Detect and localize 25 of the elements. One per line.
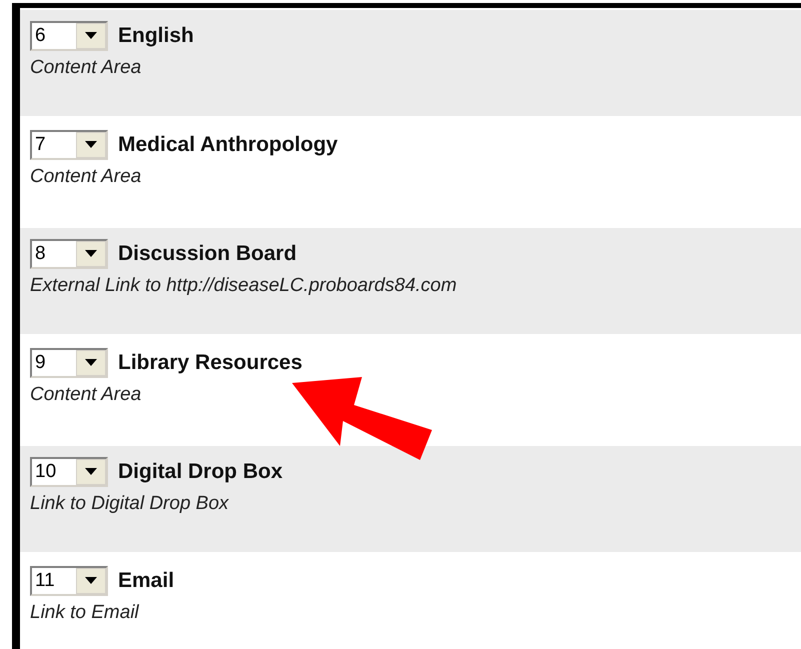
item-description: Content Area [30, 164, 142, 188]
arrow-icon [292, 377, 432, 460]
dropdown-arrow-icon [85, 468, 97, 476]
item-title: Medical Anthropology [118, 132, 338, 158]
item-description: Link to Email [30, 600, 139, 624]
item-description: Content Area [30, 382, 142, 406]
dropdown-arrow-icon [85, 577, 97, 584]
position-dropdown[interactable]: 10 [30, 456, 108, 487]
item-title: English [118, 23, 194, 49]
position-dropdown[interactable]: 9 [30, 348, 108, 378]
item-description: Content Area [30, 56, 142, 80]
item-title: Discussion Board [118, 241, 297, 267]
position-dropdown[interactable]: 8 [30, 238, 108, 269]
dropdown-arrow-icon [85, 250, 97, 258]
item-title: Library Resources [118, 350, 302, 376]
position-dropdown[interactable]: 6 [30, 20, 108, 51]
item-description: External Link to http://diseaseLC.proboards84.com [30, 274, 457, 298]
item-description: Link to Digital Drop Box [30, 492, 229, 516]
position-dropdown[interactable]: 11 [30, 566, 108, 596]
dropdown-arrow-icon [85, 32, 97, 40]
item-title: Digital Drop Box [118, 459, 283, 485]
position-dropdown[interactable]: 7 [30, 130, 108, 160]
item-title: Email [118, 568, 174, 594]
dropdown-arrow-icon [85, 141, 97, 148]
dropdown-arrow-icon [85, 359, 97, 366]
